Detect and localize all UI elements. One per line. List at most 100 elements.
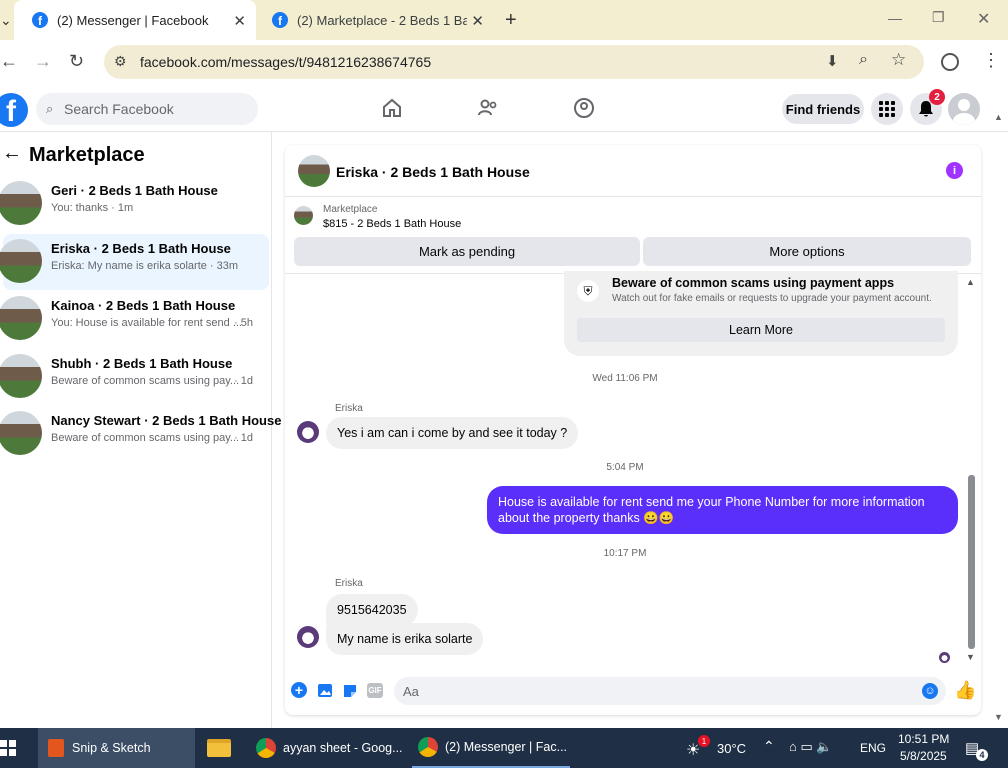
tab-messenger[interactable]: f (2) Messenger | Facebook ✕	[14, 0, 256, 40]
page-scroll-down-arrow[interactable]: ▼	[994, 712, 1003, 722]
conversation-item[interactable]: Geri · 2 Beds 1 Bath House You: thanks ·…	[0, 176, 266, 232]
mark-as-pending-button[interactable]: Mark as pending	[294, 237, 640, 266]
facebook-favicon-icon: f	[32, 12, 48, 28]
chrome-icon	[418, 737, 438, 757]
url-text: facebook.com/messages/t/9481216238674765	[140, 54, 432, 70]
taskbar-app-label: Snip & Sketch	[72, 741, 151, 755]
site-info-icon[interactable]: ⚙	[114, 53, 127, 70]
conversation-time: · 1d	[234, 432, 253, 444]
groups-icon[interactable]	[572, 96, 596, 120]
conversation-item[interactable]: Kainoa · 2 Beds 1 Bath House You: House …	[0, 291, 266, 347]
conversation-preview: You: thanks · 1m	[51, 202, 134, 214]
taskbar-app-label: ayyan sheet - Goog...	[283, 741, 403, 755]
page-scroll-up-arrow[interactable]: ▲	[994, 112, 1003, 122]
close-tab-icon[interactable]: ✕	[233, 12, 246, 30]
friends-icon[interactable]	[476, 96, 500, 120]
home-icon[interactable]	[380, 96, 404, 120]
weather-badge: 1	[698, 735, 710, 747]
message-bubble[interactable]: My name is erika solarte	[326, 623, 484, 655]
facebook-logo-icon[interactable]: f	[0, 93, 28, 127]
sender-name: Eriska	[335, 578, 363, 589]
conversation-item[interactable]: Shubh · 2 Beds 1 Bath House Beware of co…	[0, 349, 266, 405]
scam-warning-title: Beware of common scams using payment app…	[612, 276, 895, 290]
profile-icon[interactable]	[941, 53, 959, 71]
conversation-preview: You: House is available for rent send ..…	[51, 317, 242, 329]
chevron-up-icon[interactable]: ⌃	[763, 738, 775, 755]
more-options-button[interactable]: More options	[643, 237, 971, 266]
address-bar[interactable]: ⚙ facebook.com/messages/t/94812162386747…	[104, 45, 924, 79]
conversation-time: · 5h	[234, 317, 253, 329]
forward-icon[interactable]: →	[34, 51, 52, 72]
chat-listing-thumbnail[interactable]	[298, 155, 330, 187]
sticker-icon[interactable]	[342, 683, 358, 698]
listing-thumbnail	[0, 239, 42, 283]
new-tab-button[interactable]: +	[505, 9, 517, 32]
conversation-preview: Beware of common scams using pay...	[51, 375, 240, 387]
reload-icon[interactable]: ↻	[69, 51, 84, 72]
chat-title[interactable]: Eriska · 2 Beds 1 Bath House	[336, 164, 530, 180]
minimize-button[interactable]: —	[888, 10, 902, 26]
info-icon[interactable]: i	[946, 162, 963, 179]
clock-time[interactable]: 10:51 PM	[898, 732, 949, 746]
conversation-item[interactable]: Nancy Stewart · 2 Beds 1 Bath House Bewa…	[0, 406, 281, 462]
browser-toolbar: ← → ↻ ⚙ facebook.com/messages/t/94812162…	[0, 40, 1008, 86]
message-input[interactable]: Aa ☺	[394, 677, 946, 705]
timestamp: Wed 11:06 PM	[592, 373, 658, 384]
listing-thumbnail	[0, 296, 42, 340]
browser-tab-bar: ⌄ f (2) Messenger | Facebook ✕ f (2) Mar…	[0, 0, 1008, 40]
scroll-down-arrow[interactable]: ▼	[966, 652, 975, 662]
conversation-item-selected[interactable]: Eriska · 2 Beds 1 Bath House Eriska: My …	[0, 234, 269, 290]
listing-mini-thumbnail	[294, 206, 313, 225]
windows-start-icon[interactable]	[0, 740, 16, 756]
conversation-time: · 1d	[234, 375, 253, 387]
my-message-bubble[interactable]: House is available for rent send me your…	[487, 486, 958, 534]
listing-thumbnail	[0, 181, 42, 225]
menu-dots-icon[interactable]: ⋮	[982, 50, 1000, 71]
close-window-button[interactable]: ✕	[977, 9, 990, 29]
add-attachment-icon[interactable]: +	[291, 682, 307, 698]
chrome-icon	[256, 738, 276, 758]
chat-panel: Eriska · 2 Beds 1 Bath House i Marketpla…	[285, 145, 981, 715]
file-explorer-icon[interactable]	[207, 728, 233, 768]
tab-marketplace[interactable]: f (2) Marketplace - 2 Beds 1 Bath ✕	[262, 0, 494, 40]
scroll-up-arrow[interactable]: ▲	[966, 277, 975, 287]
message-bubble[interactable]: 9515642035	[326, 594, 418, 626]
emoji-icon[interactable]: ☺	[922, 683, 938, 699]
system-tray-icons[interactable]: ⌂ ▭ 🔈	[789, 739, 833, 755]
bookmark-star-icon[interactable]: ☆	[891, 50, 906, 70]
tab-title: (2) Marketplace - 2 Beds 1 Bath	[297, 12, 467, 28]
search-input[interactable]: ⌕ Search Facebook	[36, 93, 258, 125]
message-bubble[interactable]: Yes i am can i come by and see it today …	[326, 417, 579, 449]
taskbar-app-chrome[interactable]: ayyan sheet - Goog...	[256, 728, 404, 768]
clock-date[interactable]: 5/8/2025	[900, 749, 947, 763]
language-indicator[interactable]: ENG	[860, 741, 886, 755]
timestamp: 10:17 PM	[603, 548, 647, 559]
tab-search-chevron[interactable]: ⌄	[0, 12, 12, 29]
search-placeholder: Search Facebook	[64, 101, 174, 117]
sender-avatar[interactable]	[297, 626, 319, 648]
restore-button[interactable]: ❐	[932, 9, 945, 26]
conversation-name: Shubh · 2 Beds 1 Bath House	[51, 356, 233, 371]
timestamp: 5:04 PM	[606, 462, 644, 473]
account-avatar[interactable]	[948, 93, 980, 125]
photo-icon[interactable]	[317, 683, 333, 698]
taskbar-app-messenger[interactable]: (2) Messenger | Fac...	[412, 728, 570, 768]
gif-icon[interactable]: GIF	[367, 683, 383, 698]
back-icon[interactable]: ←	[0, 51, 18, 72]
temperature[interactable]: 30°C	[717, 741, 746, 756]
zoom-icon[interactable]: ⌕	[859, 51, 868, 69]
menu-grid-icon[interactable]	[871, 93, 903, 125]
scrollbar-thumb[interactable]	[968, 475, 975, 649]
chat-header: Eriska · 2 Beds 1 Bath House i	[285, 145, 981, 197]
learn-more-button[interactable]: Learn More	[577, 318, 945, 342]
sender-avatar[interactable]	[297, 421, 319, 443]
facebook-header: f ⌕ Search Facebook Find friends 2	[0, 86, 1008, 132]
back-arrow-icon[interactable]: ←	[2, 142, 22, 165]
thumbs-up-icon[interactable]: 👍	[954, 680, 976, 701]
install-app-icon[interactable]: ⬇	[826, 52, 839, 70]
taskbar-app-snip[interactable]: Snip & Sketch	[38, 728, 195, 768]
find-friends-button[interactable]: Find friends	[782, 94, 864, 124]
close-tab-icon[interactable]: ✕	[471, 12, 484, 30]
sidebar-title: Marketplace	[29, 144, 145, 166]
listing-detail[interactable]: $815 - 2 Beds 1 Bath House	[323, 218, 461, 230]
